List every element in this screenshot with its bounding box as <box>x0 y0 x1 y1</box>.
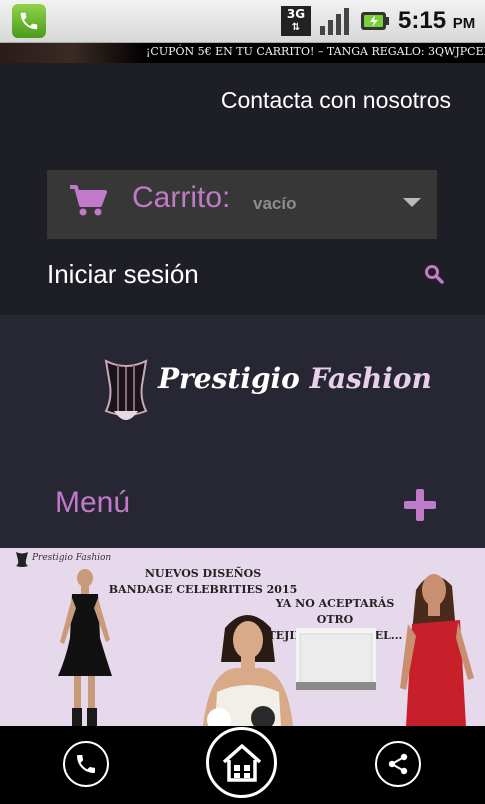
model-white-top-image <box>203 615 293 726</box>
contact-link[interactable]: Contacta con nosotros <box>221 87 451 114</box>
site-header: Contacta con nosotros Carrito: vacío Ini… <box>0 63 485 315</box>
search-icon[interactable] <box>424 264 444 284</box>
phone-icon <box>77 755 95 773</box>
cart-label: Carrito: <box>132 181 231 214</box>
clock-time: 5:15 <box>398 7 447 34</box>
clock: 5:15 PM <box>398 7 475 35</box>
cart-icon <box>70 185 107 216</box>
menu-label[interactable]: Menú <box>55 486 130 520</box>
handset-icon <box>20 12 38 30</box>
banner-title-line1: NUEVOS DISEÑOS <box>144 567 262 580</box>
banner-brand-text: Prestigio Fashion <box>32 553 112 563</box>
call-button[interactable] <box>63 741 109 787</box>
bottom-nav <box>0 726 485 804</box>
clock-ampm: PM <box>452 15 476 32</box>
promo-banner[interactable]: ¡CUPÓN 5€ EN TU CARRITO! – TANGA REGALO:… <box>0 43 485 63</box>
promo-slider-banner[interactable]: Prestigio Fashion NUEVOS DISEÑOS BANDAGE… <box>0 548 485 726</box>
home-icon <box>222 743 261 782</box>
network-type: 3G <box>286 7 306 21</box>
chevron-down-icon <box>403 198 421 207</box>
share-button[interactable] <box>375 741 421 787</box>
brand-logo-text[interactable]: Prestigio Fashion <box>158 362 432 395</box>
brand-area: Prestigio Fashion Menú <box>0 315 485 548</box>
home-button[interactable] <box>206 727 277 798</box>
model-red-dress-image <box>400 574 474 726</box>
plus-icon[interactable] <box>404 489 436 521</box>
corset-logo-icon[interactable] <box>96 355 156 427</box>
cart-dropdown[interactable]: Carrito: vacío <box>47 170 437 239</box>
promo-text: ¡CUPÓN 5€ EN TU CARRITO! – TANGA REGALO:… <box>146 45 485 58</box>
model-black-dress-image <box>58 569 112 726</box>
share-icon <box>388 753 408 775</box>
banner-title: NUEVOS DISEÑOS BANDAGE CELEBRITIES 2015 <box>108 566 298 598</box>
logo-word-fashion: Fashion <box>309 362 432 395</box>
signal-icon <box>320 8 349 35</box>
network-3g-icon: 3G ⇅ <box>281 6 311 36</box>
fabric-swatch-image <box>296 628 376 690</box>
battery-icon <box>361 12 389 30</box>
logo-word-prestigio: Prestigio <box>158 362 300 395</box>
phone-app-icon[interactable] <box>12 4 46 38</box>
status-bar: 3G ⇅ 5:15 PM <box>0 0 485 43</box>
cart-status: vacío <box>253 194 297 213</box>
corset-logo-small-icon <box>16 552 28 567</box>
login-link[interactable]: Iniciar sesión <box>47 259 199 290</box>
